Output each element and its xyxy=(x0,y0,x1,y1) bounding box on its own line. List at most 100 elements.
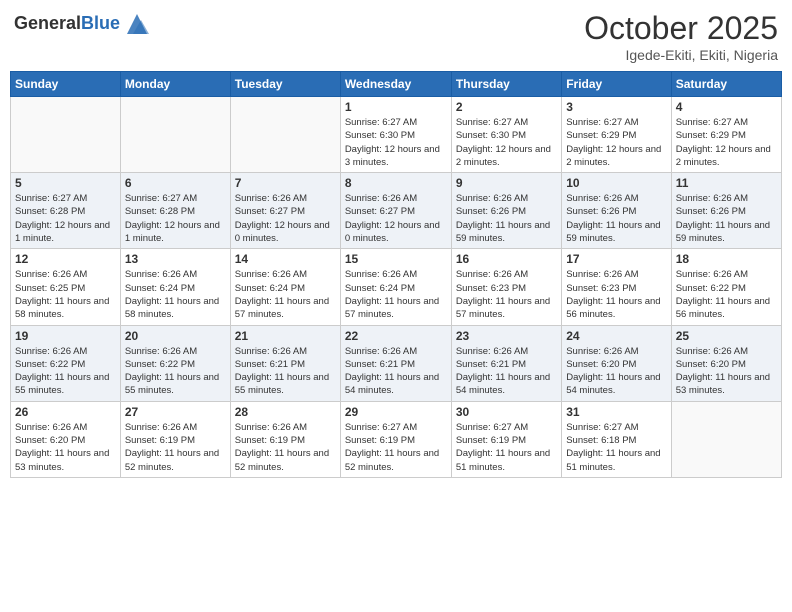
day-number: 20 xyxy=(125,329,226,343)
day-number: 31 xyxy=(566,405,666,419)
day-info: Sunrise: 6:26 AM Sunset: 6:19 PM Dayligh… xyxy=(235,421,336,474)
calendar-cell: 14 Sunrise: 6:26 AM Sunset: 6:24 PM Dayli… xyxy=(230,249,340,325)
day-number: 4 xyxy=(676,100,777,114)
day-info: Sunrise: 6:27 AM Sunset: 6:19 PM Dayligh… xyxy=(456,421,557,474)
weekday-header: Saturday xyxy=(671,72,781,97)
calendar-cell: 19 Sunrise: 6:26 AM Sunset: 6:22 PM Dayli… xyxy=(11,325,121,401)
day-number: 7 xyxy=(235,176,336,190)
month-title: October 2025 xyxy=(584,10,778,47)
day-info: Sunrise: 6:26 AM Sunset: 6:20 PM Dayligh… xyxy=(566,345,666,398)
day-number: 18 xyxy=(676,252,777,266)
day-number: 28 xyxy=(235,405,336,419)
calendar-week-row: 12 Sunrise: 6:26 AM Sunset: 6:25 PM Dayli… xyxy=(11,249,782,325)
weekday-header: Monday xyxy=(120,72,230,97)
calendar-cell: 13Sunrise: 6:26 AM Sunset: 6:24 PM Dayli… xyxy=(120,249,230,325)
day-info: Sunrise: 6:27 AM Sunset: 6:18 PM Dayligh… xyxy=(566,421,666,474)
calendar-cell: 17Sunrise: 6:26 AM Sunset: 6:23 PM Dayli… xyxy=(562,249,671,325)
calendar-cell: 12 Sunrise: 6:26 AM Sunset: 6:25 PM Dayli… xyxy=(11,249,121,325)
day-info: Sunrise: 6:27 AM Sunset: 6:28 PM Dayligh… xyxy=(15,192,116,245)
calendar-cell: 31 Sunrise: 6:27 AM Sunset: 6:18 PM Dayli… xyxy=(562,401,671,477)
day-number: 12 xyxy=(15,252,116,266)
day-number: 29 xyxy=(345,405,447,419)
title-block: October 2025 Igede-Ekiti, Ekiti, Nigeria xyxy=(584,10,778,63)
day-info: Sunrise: 6:26 AM Sunset: 6:26 PM Dayligh… xyxy=(456,192,557,245)
day-number: 2 xyxy=(456,100,557,114)
calendar-cell: 9 Sunrise: 6:26 AM Sunset: 6:26 PM Daylig… xyxy=(451,173,561,249)
calendar-cell: 1 Sunrise: 6:27 AM Sunset: 6:30 PM Daylig… xyxy=(340,97,451,173)
day-number: 24 xyxy=(566,329,666,343)
day-info: Sunrise: 6:27 AM Sunset: 6:29 PM Dayligh… xyxy=(566,116,666,169)
day-number: 6 xyxy=(125,176,226,190)
day-info: Sunrise: 6:26 AM Sunset: 6:21 PM Dayligh… xyxy=(345,345,447,398)
day-number: 8 xyxy=(345,176,447,190)
day-number: 11 xyxy=(676,176,777,190)
day-number: 21 xyxy=(235,329,336,343)
day-info: Sunrise: 6:26 AM Sunset: 6:26 PM Dayligh… xyxy=(676,192,777,245)
calendar-cell: 26 Sunrise: 6:26 AM Sunset: 6:20 PM Dayli… xyxy=(11,401,121,477)
day-info: Sunrise: 6:26 AM Sunset: 6:22 PM Dayligh… xyxy=(15,345,116,398)
calendar-cell xyxy=(230,97,340,173)
calendar-cell: 5 Sunrise: 6:27 AM Sunset: 6:28 PM Daylig… xyxy=(11,173,121,249)
calendar-cell: 11 Sunrise: 6:26 AM Sunset: 6:26 PM Dayli… xyxy=(671,173,781,249)
calendar-cell: 28 Sunrise: 6:26 AM Sunset: 6:19 PM Dayli… xyxy=(230,401,340,477)
day-number: 27 xyxy=(125,405,226,419)
calendar-cell: 23 Sunrise: 6:26 AM Sunset: 6:21 PM Dayli… xyxy=(451,325,561,401)
weekday-header: Tuesday xyxy=(230,72,340,97)
day-info: Sunrise: 6:26 AM Sunset: 6:21 PM Dayligh… xyxy=(456,345,557,398)
page-header: GeneralBlue October 2025 Igede-Ekiti, Ek… xyxy=(10,10,782,63)
calendar-cell: 16Sunrise: 6:26 AM Sunset: 6:23 PM Dayli… xyxy=(451,249,561,325)
day-info: Sunrise: 6:26 AM Sunset: 6:21 PM Dayligh… xyxy=(235,345,336,398)
calendar-week-row: 19 Sunrise: 6:26 AM Sunset: 6:22 PM Dayli… xyxy=(11,325,782,401)
calendar-cell: 4 Sunrise: 6:27 AM Sunset: 6:29 PM Daylig… xyxy=(671,97,781,173)
day-info: Sunrise: 6:27 AM Sunset: 6:29 PM Dayligh… xyxy=(676,116,777,169)
day-info: Sunrise: 6:26 AM Sunset: 6:25 PM Dayligh… xyxy=(15,268,116,321)
calendar-cell: 21 Sunrise: 6:26 AM Sunset: 6:21 PM Dayli… xyxy=(230,325,340,401)
day-number: 23 xyxy=(456,329,557,343)
weekday-header: Wednesday xyxy=(340,72,451,97)
day-info: Sunrise: 6:26 AM Sunset: 6:27 PM Dayligh… xyxy=(345,192,447,245)
day-number: 5 xyxy=(15,176,116,190)
calendar-cell: 2 Sunrise: 6:27 AM Sunset: 6:30 PM Daylig… xyxy=(451,97,561,173)
calendar-cell: 7Sunrise: 6:26 AM Sunset: 6:27 PM Daylig… xyxy=(230,173,340,249)
location-subtitle: Igede-Ekiti, Ekiti, Nigeria xyxy=(584,47,778,63)
day-number: 19 xyxy=(15,329,116,343)
day-number: 25 xyxy=(676,329,777,343)
day-info: Sunrise: 6:26 AM Sunset: 6:22 PM Dayligh… xyxy=(676,268,777,321)
day-number: 9 xyxy=(456,176,557,190)
weekday-header: Thursday xyxy=(451,72,561,97)
day-info: Sunrise: 6:27 AM Sunset: 6:30 PM Dayligh… xyxy=(345,116,447,169)
calendar-cell: 15Sunrise: 6:26 AM Sunset: 6:24 PM Dayli… xyxy=(340,249,451,325)
calendar-cell: 30Sunrise: 6:27 AM Sunset: 6:19 PM Dayli… xyxy=(451,401,561,477)
calendar-week-row: 5 Sunrise: 6:27 AM Sunset: 6:28 PM Daylig… xyxy=(11,173,782,249)
day-number: 10 xyxy=(566,176,666,190)
day-number: 3 xyxy=(566,100,666,114)
day-info: Sunrise: 6:27 AM Sunset: 6:28 PM Dayligh… xyxy=(125,192,226,245)
calendar-cell: 25 Sunrise: 6:26 AM Sunset: 6:20 PM Dayli… xyxy=(671,325,781,401)
calendar-table: SundayMondayTuesdayWednesdayThursdayFrid… xyxy=(10,71,782,478)
calendar-cell: 29 Sunrise: 6:27 AM Sunset: 6:19 PM Dayli… xyxy=(340,401,451,477)
calendar-cell: 8 Sunrise: 6:26 AM Sunset: 6:27 PM Daylig… xyxy=(340,173,451,249)
logo-general-text: General xyxy=(14,13,81,33)
day-number: 17 xyxy=(566,252,666,266)
day-number: 14 xyxy=(235,252,336,266)
calendar-cell: 20 Sunrise: 6:26 AM Sunset: 6:22 PM Dayli… xyxy=(120,325,230,401)
day-info: Sunrise: 6:26 AM Sunset: 6:24 PM Dayligh… xyxy=(345,268,447,321)
logo: GeneralBlue xyxy=(14,10,151,38)
day-info: Sunrise: 6:27 AM Sunset: 6:19 PM Dayligh… xyxy=(345,421,447,474)
day-info: Sunrise: 6:26 AM Sunset: 6:20 PM Dayligh… xyxy=(15,421,116,474)
weekday-header: Friday xyxy=(562,72,671,97)
day-info: Sunrise: 6:27 AM Sunset: 6:30 PM Dayligh… xyxy=(456,116,557,169)
day-number: 13 xyxy=(125,252,226,266)
calendar-cell: 22Sunrise: 6:26 AM Sunset: 6:21 PM Dayli… xyxy=(340,325,451,401)
day-info: Sunrise: 6:26 AM Sunset: 6:26 PM Dayligh… xyxy=(566,192,666,245)
day-info: Sunrise: 6:26 AM Sunset: 6:24 PM Dayligh… xyxy=(235,268,336,321)
calendar-cell: 27Sunrise: 6:26 AM Sunset: 6:19 PM Dayli… xyxy=(120,401,230,477)
day-info: Sunrise: 6:26 AM Sunset: 6:20 PM Dayligh… xyxy=(676,345,777,398)
calendar-cell: 3 Sunrise: 6:27 AM Sunset: 6:29 PM Daylig… xyxy=(562,97,671,173)
calendar-cell xyxy=(671,401,781,477)
day-info: Sunrise: 6:26 AM Sunset: 6:22 PM Dayligh… xyxy=(125,345,226,398)
day-number: 1 xyxy=(345,100,447,114)
day-number: 26 xyxy=(15,405,116,419)
calendar-cell xyxy=(11,97,121,173)
weekday-header-row: SundayMondayTuesdayWednesdayThursdayFrid… xyxy=(11,72,782,97)
